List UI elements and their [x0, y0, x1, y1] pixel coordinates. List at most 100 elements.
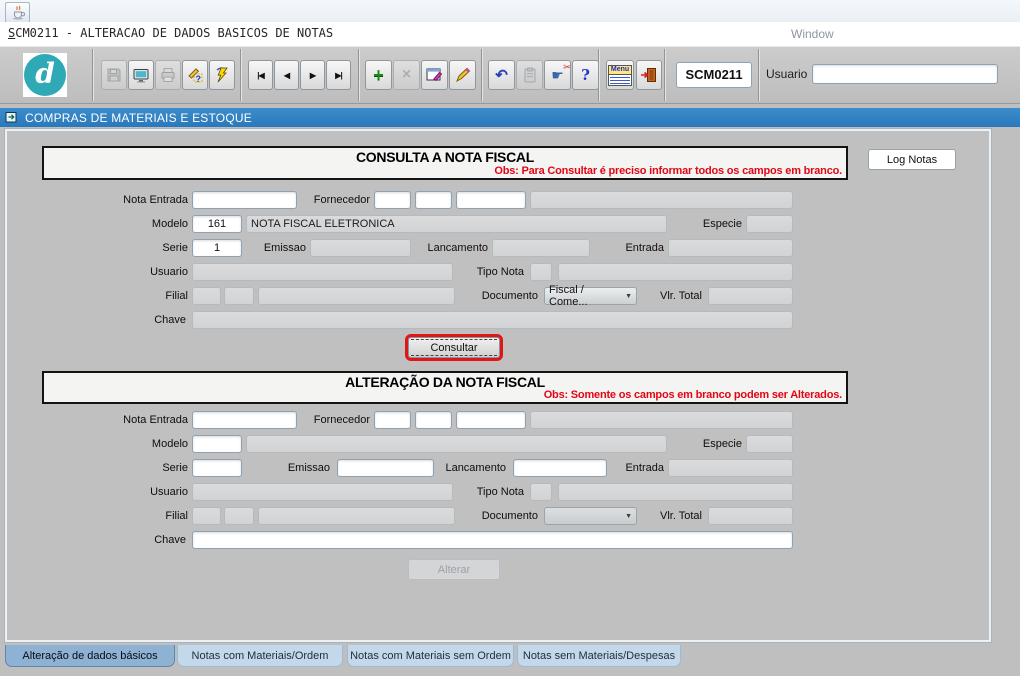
- screen-button[interactable]: [128, 60, 154, 90]
- first-record-button[interactable]: |◀: [248, 60, 273, 90]
- toolbar-separator: [481, 49, 483, 101]
- consulta-documento-combo[interactable]: Fiscal / Come... ▼: [544, 287, 637, 305]
- tab-notas-com-materiais-sem-ordem[interactable]: Notas com Materiais sem Ordem: [347, 645, 514, 667]
- alteracao-nota-entrada-input[interactable]: [192, 411, 297, 429]
- consulta-filial-name-field: [258, 287, 455, 305]
- paste-button: [516, 60, 543, 90]
- consulta-fornecedor-input-2[interactable]: [415, 191, 452, 209]
- logo-d-icon: d: [24, 54, 66, 96]
- chevron-down-icon: ▼: [625, 293, 632, 300]
- execute-lightning-icon: [214, 67, 230, 83]
- tab-notas-com-materiais-ordem[interactable]: Notas com Materiais/Ordem: [177, 645, 343, 667]
- tab-notas-sem-materiais-despesas[interactable]: Notas sem Materiais/Despesas: [517, 645, 681, 667]
- pencil-icon: [455, 67, 471, 83]
- consultar-button[interactable]: Consultar: [408, 337, 500, 358]
- pencil-button[interactable]: [449, 60, 476, 90]
- usuario-toolbar-input[interactable]: [812, 64, 998, 84]
- toolbar-separator: [664, 49, 666, 101]
- consulta-fornecedor-label: Fornecedor: [284, 191, 370, 209]
- previous-record-icon: ◀: [284, 71, 289, 80]
- next-record-button[interactable]: ▶: [300, 60, 325, 90]
- consulta-modelo-input[interactable]: [192, 215, 242, 233]
- alteracao-vlr-total-field: [708, 507, 793, 525]
- consulta-serie-label: Serie: [88, 239, 188, 257]
- alteracao-modelo-input[interactable]: [192, 435, 242, 453]
- select-hand-button[interactable]: ☛✂: [544, 60, 571, 90]
- menu-window[interactable]: Window: [791, 27, 834, 41]
- alteracao-modelo-desc-field: [246, 435, 667, 453]
- tab-alteracao-dados-basicos[interactable]: Alteração de dados básicos: [5, 645, 175, 667]
- module-bar: COMPRAS DE MATERIAIS E ESTOQUE: [0, 108, 1020, 127]
- menu-button[interactable]: Menu: [606, 60, 634, 90]
- consulta-lancamento-label: Lancamento: [398, 239, 488, 257]
- consulta-vlr-total-field: [708, 287, 793, 305]
- undo-icon: ↶: [495, 66, 508, 84]
- alteracao-filial-label: Filial: [88, 507, 188, 525]
- print-button: [155, 60, 181, 90]
- alteracao-fornecedor-label: Fornecedor: [284, 411, 370, 429]
- toolbar-separator: [758, 49, 760, 101]
- consulta-usuario-field: [192, 263, 453, 281]
- consulta-documento-value: Fiscal / Come...: [549, 284, 625, 308]
- alteracao-section-header: ALTERAÇÃO DA NOTA FISCAL Obs: Somente os…: [42, 371, 848, 404]
- menu-bar: SCM0211 - ALTERACAO DE DADOS BASICOS DE …: [0, 22, 1020, 46]
- consulta-entrada-label: Entrada: [588, 239, 664, 257]
- delete-button: ×: [393, 60, 420, 90]
- module-title: COMPRAS DE MATERIAIS E ESTOQUE: [25, 111, 252, 125]
- screen-icon: [133, 67, 149, 83]
- consulta-documento-label: Documento: [458, 287, 538, 305]
- workspace: CONSULTA A NOTA FISCAL Obs: Para Consult…: [0, 127, 1020, 645]
- field-help-icon: ?: [186, 67, 204, 83]
- scissors-icon: ✂: [563, 62, 571, 73]
- alteracao-documento-combo: ▼: [544, 507, 637, 525]
- java-coffee-icon[interactable]: [5, 2, 30, 23]
- consulta-chave-label: Chave: [88, 311, 186, 329]
- alteracao-fornecedor-name-field: [530, 411, 793, 429]
- alteracao-serie-input[interactable]: [192, 459, 242, 477]
- edit-window-button[interactable]: [421, 60, 448, 90]
- consulta-tipo-nota-code-field: [530, 263, 552, 281]
- consulta-nota-entrada-input[interactable]: [192, 191, 297, 209]
- svg-text:?: ?: [196, 74, 202, 83]
- field-help-button[interactable]: ?: [182, 60, 208, 90]
- menu-program-title[interactable]: SCM0211 - ALTERACAO DE DADOS BASICOS DE …: [8, 26, 333, 40]
- consulta-lancamento-field: [492, 239, 590, 257]
- help-button[interactable]: ?: [572, 60, 599, 90]
- save-icon: [106, 67, 122, 83]
- alteracao-obs: Obs: Somente os campos em branco podem s…: [544, 389, 842, 401]
- alteracao-tipo-nota-code-field: [530, 483, 552, 501]
- last-record-button[interactable]: ▶|: [326, 60, 351, 90]
- usuario-toolbar-label: Usuario: [766, 67, 807, 81]
- previous-record-button[interactable]: ◀: [274, 60, 299, 90]
- execute-button[interactable]: [209, 60, 235, 90]
- log-notas-button[interactable]: Log Notas: [868, 149, 956, 170]
- toolbar-separator: [358, 49, 360, 101]
- consulta-fornecedor-input-3[interactable]: [456, 191, 526, 209]
- consulta-nota-entrada-label: Nota Entrada: [88, 191, 188, 209]
- add-button[interactable]: +: [365, 60, 392, 90]
- consulta-section-header: CONSULTA A NOTA FISCAL Obs: Para Consult…: [42, 146, 848, 180]
- paste-icon: [522, 67, 538, 83]
- alteracao-vlr-total-label: Vlr. Total: [638, 507, 702, 525]
- alteracao-especie-label: Especie: [648, 435, 742, 453]
- title-bar: [0, 0, 1020, 22]
- consulta-filial-field-1: [192, 287, 221, 305]
- chevron-down-icon: ▼: [625, 513, 632, 520]
- edit-window-icon: [426, 67, 443, 83]
- alteracao-title: ALTERAÇÃO DA NOTA FISCAL: [44, 374, 846, 390]
- consulta-tipo-nota-desc-field: [558, 263, 793, 281]
- alteracao-chave-label: Chave: [88, 531, 186, 549]
- alteracao-chave-input[interactable]: [192, 531, 793, 549]
- alteracao-fornecedor-input-2[interactable]: [415, 411, 452, 429]
- alteracao-fornecedor-input-3[interactable]: [456, 411, 526, 429]
- undo-button[interactable]: ↶: [488, 60, 515, 90]
- print-icon: [160, 67, 176, 83]
- alteracao-usuario-field: [192, 483, 453, 501]
- exit-button[interactable]: [636, 60, 662, 90]
- alteracao-fornecedor-input-1[interactable]: [374, 411, 411, 429]
- alteracao-tipo-nota-label: Tipo Nota: [448, 483, 524, 501]
- consulta-filial-field-2: [224, 287, 254, 305]
- app-logo: d: [23, 53, 67, 97]
- consulta-fornecedor-input-1[interactable]: [374, 191, 411, 209]
- consulta-emissao-label: Emissao: [230, 239, 306, 257]
